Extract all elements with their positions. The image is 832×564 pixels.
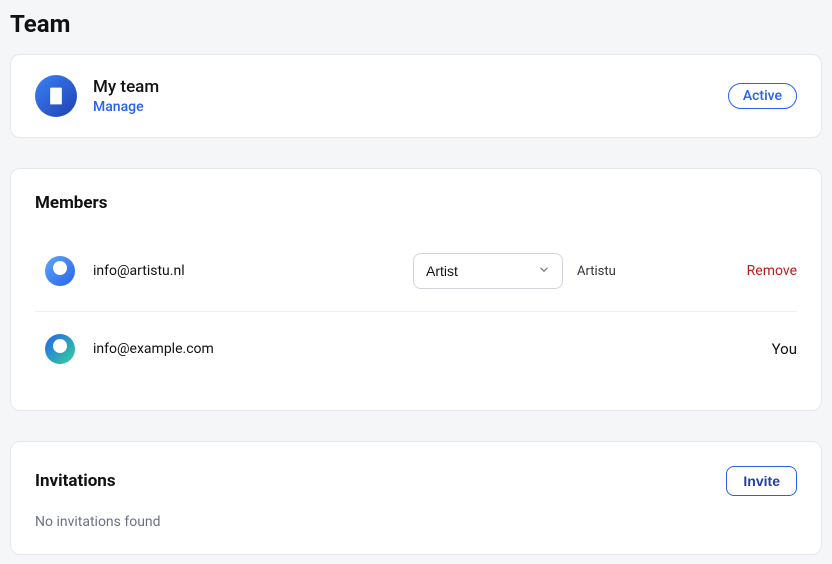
member-email: info@artistu.nl — [93, 263, 413, 279]
team-status-badge: Active — [728, 83, 797, 109]
member-you-label: You — [772, 340, 797, 358]
members-header: Members — [35, 193, 797, 213]
team-manage-link[interactable]: Manage — [93, 98, 728, 116]
team-info: My team Manage — [93, 76, 728, 116]
role-select[interactable]: Artist — [413, 253, 563, 289]
invitations-card: Invitations Invite No invitations found — [10, 441, 822, 555]
team-avatar — [35, 75, 77, 117]
member-row: info@artistu.nl Artist Artistu Remove — [35, 231, 797, 311]
remove-member-link[interactable]: Remove — [747, 263, 797, 279]
role-select-wrapper: Artist — [413, 253, 563, 289]
invitations-empty-text: No invitations found — [35, 514, 797, 530]
team-summary-card: My team Manage Active — [10, 54, 822, 138]
members-card: Members info@artistu.nl Artist Artistu R… — [10, 168, 822, 411]
page-title: Team — [10, 10, 822, 38]
member-avatar — [45, 334, 75, 364]
member-avatar — [45, 256, 75, 286]
invite-button[interactable]: Invite — [726, 466, 797, 496]
invitations-header: Invitations Invite — [35, 466, 797, 496]
team-name: My team — [93, 76, 728, 98]
member-row: info@example.com You — [35, 311, 797, 386]
members-title: Members — [35, 193, 108, 213]
building-icon — [46, 86, 66, 106]
member-name-label: Artistu — [577, 264, 616, 279]
invitations-title: Invitations — [35, 471, 116, 491]
member-email: info@example.com — [93, 341, 413, 357]
